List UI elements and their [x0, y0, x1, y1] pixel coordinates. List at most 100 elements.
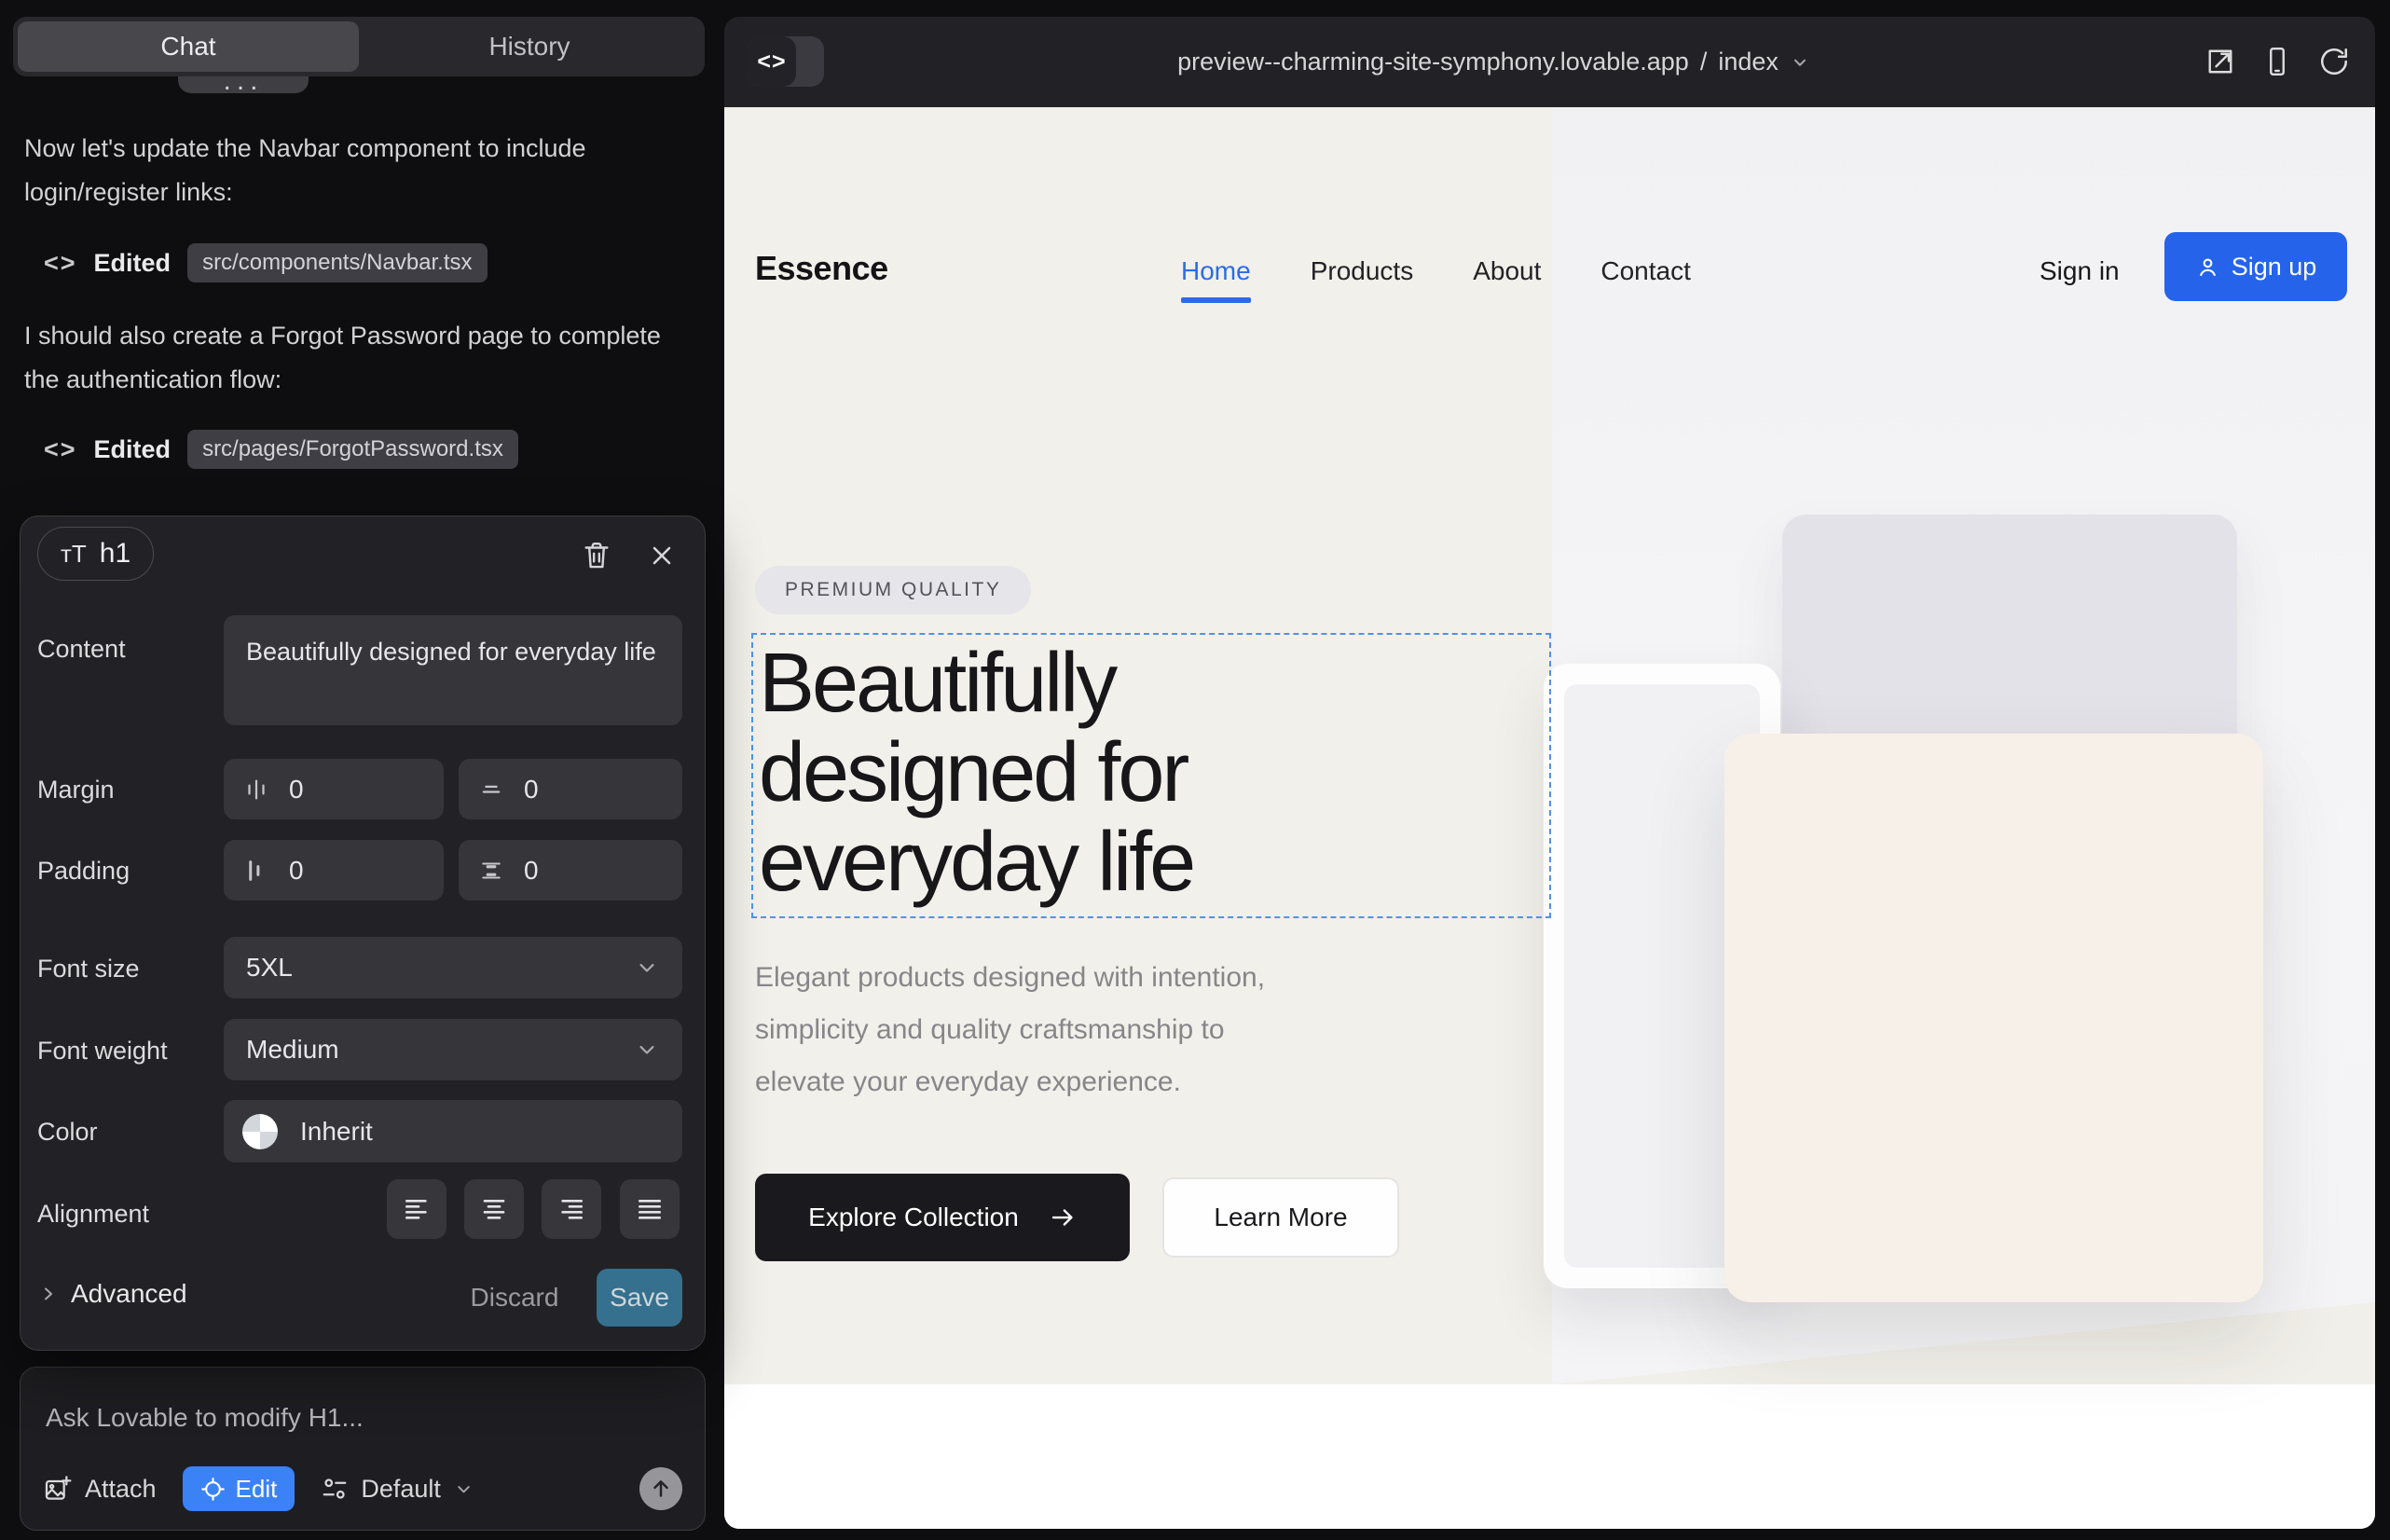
padding-x-value: 0	[289, 856, 304, 886]
chat-composer: Ask Lovable to modify H1... Attach Edit …	[20, 1367, 706, 1531]
composer-input[interactable]: Ask Lovable to modify H1...	[46, 1403, 364, 1433]
mobile-phone-icon	[2260, 45, 2294, 78]
nav-products[interactable]: Products	[1311, 256, 1414, 286]
site-preview: Essence Home Products About Contact Sign…	[724, 107, 2375, 1529]
font-weight-value: Medium	[246, 1035, 339, 1065]
font-weight-label: Font weight	[37, 1037, 168, 1066]
padding-x-input[interactable]: 0	[224, 840, 444, 901]
send-button[interactable]	[639, 1467, 682, 1510]
close-editor-button[interactable]	[643, 537, 680, 574]
align-justify-button[interactable]	[620, 1179, 680, 1239]
padding-label: Padding	[37, 857, 130, 886]
advanced-label: Advanced	[71, 1279, 187, 1309]
learn-more-button[interactable]: Learn More	[1162, 1177, 1399, 1258]
target-icon	[200, 1477, 226, 1502]
advanced-toggle[interactable]: Advanced	[37, 1279, 187, 1309]
align-center-icon	[479, 1194, 509, 1224]
nav-home[interactable]: Home	[1181, 256, 1251, 286]
color-swatch-icon	[242, 1114, 278, 1149]
premium-quality-badge: PREMIUM QUALITY	[755, 566, 1031, 614]
preview-browser-frame: <> preview--charming-site-symphony.lovab…	[724, 17, 2375, 1529]
explore-collection-button[interactable]: Explore Collection	[755, 1174, 1130, 1261]
arrow-right-icon	[1049, 1203, 1077, 1231]
typography-icon: ᴛT	[61, 540, 87, 569]
color-select[interactable]: Inherit	[224, 1100, 682, 1162]
hero-paragraph-line: simplicity and quality craftsmanship to	[755, 1004, 1265, 1056]
hero-heading-line: designed for	[759, 728, 1551, 818]
sign-in-link[interactable]: Sign in	[2040, 256, 2120, 286]
align-left-icon	[402, 1194, 432, 1224]
padding-horizontal-icon	[242, 857, 270, 885]
discard-button[interactable]: Discard	[468, 1283, 561, 1313]
composer-toolbar: Attach Edit Default	[43, 1464, 682, 1513]
chevron-down-icon	[634, 955, 660, 981]
file-chip-forgot-password[interactable]: src/pages/ForgotPassword.tsx	[187, 430, 518, 469]
font-weight-select[interactable]: Medium	[224, 1019, 682, 1080]
sign-up-button[interactable]: Sign up	[2164, 232, 2347, 301]
attach-button[interactable]: Attach	[43, 1474, 157, 1504]
hero-heading-line: everyday life	[759, 818, 1551, 907]
font-size-value: 5XL	[246, 953, 293, 983]
color-label: Color	[37, 1118, 98, 1147]
open-external-button[interactable]	[2204, 45, 2237, 78]
mobile-view-button[interactable]	[2260, 45, 2294, 78]
url-bar[interactable]: preview--charming-site-symphony.lovable.…	[724, 17, 2263, 107]
arrow-up-icon	[649, 1477, 673, 1501]
font-size-select[interactable]: 5XL	[224, 937, 682, 998]
learn-more-label: Learn More	[1214, 1203, 1347, 1232]
settings-sliders-icon	[321, 1475, 349, 1503]
align-right-button[interactable]	[542, 1179, 601, 1239]
selected-tag-chip: ᴛT h1	[37, 527, 154, 581]
content-input[interactable]: Beautifully designed for everyday life	[224, 615, 682, 725]
next-section-background	[724, 1384, 2375, 1529]
margin-y-input[interactable]: 0	[459, 759, 682, 819]
refresh-button[interactable]	[2317, 45, 2351, 78]
padding-vertical-icon	[477, 857, 505, 885]
tab-history[interactable]: History	[359, 21, 700, 72]
margin-x-value: 0	[289, 775, 304, 804]
trash-icon	[581, 540, 612, 571]
chevron-right-icon	[37, 1283, 60, 1305]
align-justify-icon	[635, 1194, 665, 1224]
font-size-label: Font size	[37, 955, 140, 983]
refresh-icon	[2317, 45, 2351, 78]
hero-heading[interactable]: Beautifully designed for everyday life	[759, 639, 1551, 907]
edit-label: Edit	[236, 1475, 278, 1504]
chat-message: Now let's update the Navbar component to…	[24, 127, 681, 214]
chevron-down-icon	[1790, 52, 1810, 73]
padding-y-input[interactable]: 0	[459, 840, 682, 901]
chevron-down-icon	[453, 1478, 474, 1500]
nav-contact[interactable]: Contact	[1600, 256, 1691, 286]
tab-chat[interactable]: Chat	[18, 21, 359, 72]
element-editor-panel: ᴛT h1 Content Beautifully designed for e…	[20, 516, 706, 1351]
hero-paragraph-line: elevate your everyday experience.	[755, 1056, 1265, 1108]
explore-collection-label: Explore Collection	[808, 1203, 1019, 1232]
site-nav: Home Products About Contact	[1181, 256, 1691, 286]
margin-label: Margin	[37, 776, 115, 804]
align-right-icon	[556, 1194, 586, 1224]
nav-about[interactable]: About	[1473, 256, 1541, 286]
site-logo[interactable]: Essence	[755, 249, 888, 288]
browser-actions	[2204, 45, 2351, 78]
url-page: index	[1718, 48, 1779, 76]
default-label: Default	[361, 1475, 441, 1504]
edited-file-row: <> Edited src/components/Navbar.tsx	[44, 242, 488, 283]
align-left-button[interactable]	[387, 1179, 446, 1239]
edit-mode-button[interactable]: Edit	[183, 1466, 295, 1511]
alignment-label: Alignment	[37, 1200, 149, 1229]
browser-toolbar: <> preview--charming-site-symphony.lovab…	[724, 17, 2375, 107]
model-default-select[interactable]: Default	[321, 1475, 474, 1504]
tab-chat-label: Chat	[160, 32, 215, 62]
hero-paragraph-line: Elegant products designed with intention…	[755, 952, 1265, 1004]
chat-message: I should also create a Forgot Password p…	[24, 314, 681, 402]
align-center-button[interactable]	[464, 1179, 524, 1239]
edited-file-row: <> Edited src/pages/ForgotPassword.tsx	[44, 429, 518, 470]
save-button[interactable]: Save	[597, 1269, 682, 1327]
delete-element-button[interactable]	[578, 537, 615, 574]
user-icon	[2195, 254, 2220, 280]
hero-paragraph: Elegant products designed with intention…	[755, 952, 1265, 1108]
edited-label: Edited	[94, 435, 172, 464]
margin-x-input[interactable]: 0	[224, 759, 444, 819]
margin-horizontal-icon	[242, 776, 270, 804]
file-chip-navbar[interactable]: src/components/Navbar.tsx	[187, 243, 487, 282]
